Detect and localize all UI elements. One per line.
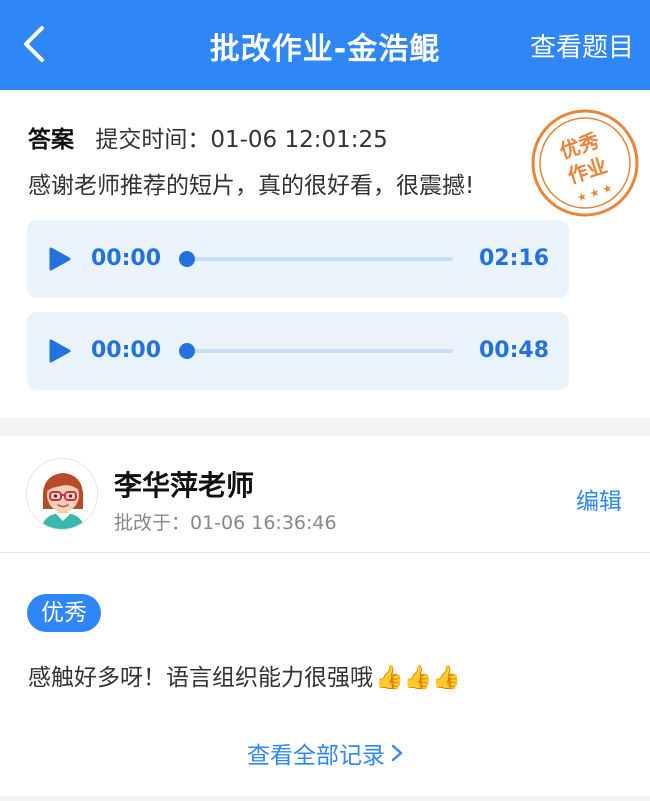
thumbs-up-icon: 👍👍👍 [375,665,461,691]
audio-player: 00:00 02:16 [27,220,569,298]
teacher-avatar [26,458,98,530]
view-all-records-link[interactable]: 查看全部记录 [0,736,650,770]
teacher-name: 李华萍老师 [114,469,255,502]
excellent-homework-stamp: 优秀 作业 ★ ★ ★ [531,109,639,217]
view-questions-button[interactable]: 查看题目 [530,27,634,64]
submit-time: 提交时间：01-06 12:01:25 [95,127,388,153]
audio-progress-handle[interactable] [179,343,195,359]
answer-text: 感谢老师推荐的短片，真的很好看，很震撼! [28,173,475,199]
audio-progress-handle[interactable] [179,251,195,267]
audio-progress-track[interactable] [187,257,453,261]
audio-duration: 02:16 [478,246,549,271]
top-bar: 批改作业-金浩鲲 查看题目 [0,0,650,90]
audio-current-time: 00:00 [91,246,162,271]
answer-header: 答案 提交时间：01-06 12:01:25 [28,120,388,154]
audio-player: 00:00 00:48 [27,312,569,390]
edit-button[interactable]: 编辑 [576,482,622,516]
review-card: 李华萍老师 批改于：01-06 16:36:46 编辑 优秀 感触好多呀！语言组… [0,436,650,796]
divider [0,552,650,553]
answer-label: 答案 [28,127,74,153]
review-time: 批改于：01-06 16:36:46 [114,512,337,534]
audio-duration: 00:48 [478,338,549,363]
audio-current-time: 00:00 [91,338,162,363]
review-comment: 感触好多呀！语言组织能力很强哦👍👍👍 [28,658,461,692]
grade-badge: 优秀 [27,594,101,632]
chevron-right-icon [391,744,403,762]
answer-card: 答案 提交时间：01-06 12:01:25 感谢老师推荐的短片，真的很好看，很… [0,90,650,418]
play-icon[interactable] [49,339,71,363]
comment-text: 感触好多呀！语言组织能力很强哦 [28,665,373,691]
teacher-avatar-icon [27,459,97,529]
audio-progress-track[interactable] [187,349,453,353]
view-all-label: 查看全部记录 [247,743,385,769]
play-icon[interactable] [49,247,71,271]
